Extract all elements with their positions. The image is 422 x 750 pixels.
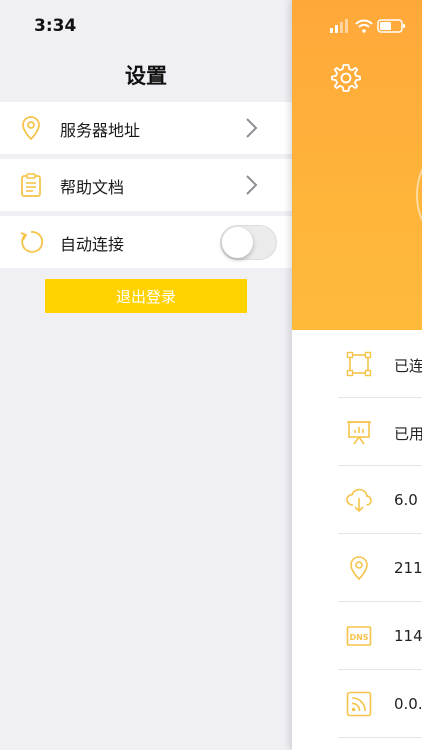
hero-header: [292, 0, 422, 330]
info-row-gateway: 0.0.0: [338, 670, 422, 738]
info-row-usage: 已用: [338, 398, 422, 466]
toggle-knob: [222, 227, 253, 258]
location-pin-icon: [22, 116, 40, 141]
settings-item-server-address[interactable]: 服务器地址: [0, 102, 292, 154]
info-row-text: 211.: [394, 559, 422, 577]
info-row-ip: 211.: [338, 534, 422, 602]
presentation-chart-icon: [347, 421, 371, 445]
cloud-download-icon: [346, 488, 372, 513]
location-pin-icon: [350, 556, 368, 581]
wifi-icon: [355, 19, 373, 33]
info-row-text: 已连: [394, 357, 422, 375]
drawer-title: 设置: [125, 64, 167, 88]
settings-item-help-docs[interactable]: 帮助文档: [0, 159, 292, 211]
svg-text:DNS: DNS: [349, 633, 368, 642]
info-row-dns: DNS 114.: [338, 602, 422, 670]
battery-icon: [377, 19, 405, 33]
settings-item-auto-connect: 自动连接: [0, 216, 292, 268]
info-row-connection: 已连: [338, 330, 422, 398]
clipboard-icon: [21, 173, 41, 197]
info-row-text: 0.0.0: [394, 695, 422, 713]
info-row-text: 6.0: [394, 491, 418, 509]
signal-icon: [330, 19, 348, 33]
frame-icon: [346, 351, 372, 377]
status-icons: [330, 19, 405, 33]
refresh-icon: [20, 231, 44, 253]
status-time: 3:34: [34, 16, 77, 36]
rss-icon: [346, 691, 372, 717]
settings-item-label: 自动连接: [60, 235, 125, 254]
auto-connect-toggle[interactable]: [220, 225, 277, 260]
main-panel: 已连 已用 6.0 211. DNS: [292, 0, 422, 750]
logout-button[interactable]: 退出登录: [45, 279, 247, 313]
gear-icon[interactable]: [330, 62, 362, 94]
settings-drawer: 3:34 设置 服务器地址 帮助文档 自动连接 退出登录: [0, 0, 292, 750]
dns-icon: DNS: [346, 626, 372, 646]
info-row-text: 114.: [394, 627, 422, 645]
chevron-right-icon: [246, 175, 258, 195]
settings-item-label: 帮助文档: [60, 178, 125, 197]
connect-ring[interactable]: [416, 150, 422, 240]
info-row-text: 已用: [394, 425, 422, 443]
settings-item-label: 服务器地址: [60, 121, 141, 140]
chevron-right-icon: [246, 118, 258, 138]
info-row-version: 6.0: [338, 466, 422, 534]
